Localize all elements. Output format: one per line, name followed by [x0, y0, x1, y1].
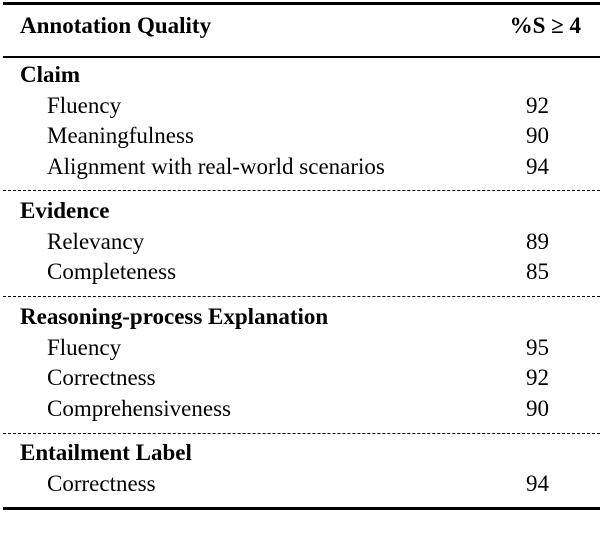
row-value: 94: [526, 471, 549, 496]
group-title: Reasoning-process Explanation: [20, 304, 329, 329]
row-label: Meaningfulness: [47, 123, 194, 148]
group-title: Entailment Label: [20, 440, 192, 465]
row-value: 90: [526, 396, 549, 421]
row-label: Correctness: [47, 471, 156, 496]
row-value: 95: [526, 335, 549, 360]
group-title-reasoning: Reasoning-process Explanation: [0, 302, 602, 332]
row-label: Fluency: [47, 93, 122, 118]
header-annotation-quality: Annotation Quality: [20, 13, 212, 38]
table-row: Completeness 85: [0, 257, 602, 287]
row-value: 92: [526, 365, 549, 390]
table-row: Fluency 92: [0, 91, 602, 121]
table-row: Alignment with real-world scenarios 94: [0, 152, 602, 182]
row-value: 89: [526, 229, 549, 254]
row-label: Completeness: [47, 259, 177, 284]
group-title: Claim: [20, 62, 81, 87]
group-title-entailment: Entailment Label: [0, 438, 602, 468]
group-divider: [3, 296, 600, 297]
header-score: %S ≥ 4: [509, 13, 581, 38]
table-row: Correctness 92: [0, 363, 602, 393]
header-row: Annotation Quality %S ≥ 4: [0, 11, 602, 41]
row-label: Relevancy: [47, 229, 145, 254]
table-row: Correctness 94: [0, 469, 602, 499]
bottom-rule: [3, 507, 600, 510]
row-value: 94: [526, 154, 549, 179]
table-row: Relevancy 89: [0, 227, 602, 257]
row-value: 90: [526, 123, 549, 148]
group-divider: [3, 190, 600, 191]
group-divider: [3, 433, 600, 434]
table-row: Fluency 95: [0, 333, 602, 363]
group-title: Evidence: [20, 198, 110, 223]
row-label: Alignment with real-world scenarios: [47, 154, 385, 179]
group-title-claim: Claim: [0, 60, 602, 90]
row-value: 85: [526, 259, 549, 284]
row-label: Fluency: [47, 335, 122, 360]
row-label: Comprehensiveness: [47, 396, 231, 421]
table-row: Meaningfulness 90: [0, 121, 602, 151]
header-rule: [3, 56, 600, 58]
row-value: 92: [526, 93, 549, 118]
group-title-evidence: Evidence: [0, 196, 602, 226]
table-row: Comprehensiveness 90: [0, 394, 602, 424]
top-rule: [3, 2, 600, 5]
row-label: Correctness: [47, 365, 156, 390]
